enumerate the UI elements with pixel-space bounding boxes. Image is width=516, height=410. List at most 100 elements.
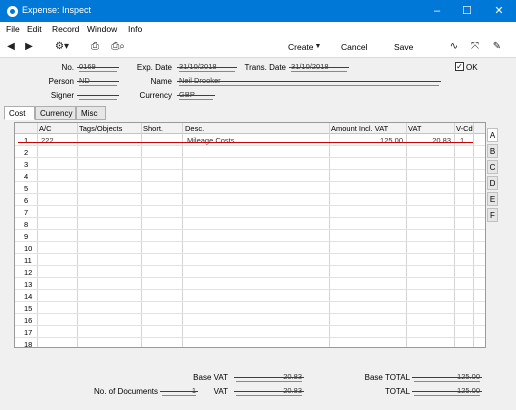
table-row[interactable]: 5 [15,182,485,194]
side-tab-c[interactable]: C [487,160,498,174]
cell-ac[interactable]: 222 [41,136,54,145]
vat-total-label: VAT [213,387,228,396]
tab-currency[interactable]: Currency [35,106,76,120]
menu-file[interactable]: File [6,24,20,34]
side-tab-e[interactable]: E [487,192,498,206]
base-vat-value: 20.83 [234,372,304,382]
currency-field[interactable]: GBP [177,90,215,100]
signer-field[interactable] [77,90,119,100]
table-row[interactable]: 4 [15,170,485,182]
table-row[interactable]: 17 [15,326,485,338]
row-number: 6 [24,196,29,205]
table-row[interactable]: 10 [15,242,485,254]
next-record-icon[interactable]: ▶ [24,40,34,54]
table-row[interactable]: 2 [15,146,485,158]
menu-record[interactable]: Record [52,24,79,34]
row-number: 5 [24,184,29,193]
cell-vat[interactable]: 20.83 [432,136,451,145]
name-label: Name [150,77,172,86]
tab-cost[interactable]: Cost [4,106,35,120]
ok-checkbox[interactable]: ✓ [455,62,464,71]
person-label: Person [48,77,74,86]
trans-date-label: Trans. Date [244,63,287,72]
signer-label: Signer [50,91,74,100]
row-number: 9 [24,232,29,241]
table-row[interactable]: 7 [15,206,485,218]
print-preview-icon[interactable]: ⎙⌕ [110,40,126,54]
table-row[interactable]: 16 [15,314,485,326]
table-row[interactable]: 14 [15,290,485,302]
cancel-button[interactable]: Cancel [341,42,367,52]
table-row[interactable]: 1 222 Mileage Costs 125.00 20.83 1 [15,134,485,146]
total-label: TOTAL [384,387,410,396]
table-row[interactable]: 13 [15,278,485,290]
row-number: 2 [24,148,29,157]
side-tab-a[interactable]: A [487,128,498,142]
activity-graph-icon[interactable]: ∿ [449,40,459,54]
row-number: 11 [24,256,32,265]
row-number: 17 [24,328,33,337]
row-number: 13 [24,280,33,289]
table-row[interactable]: 8 [15,218,485,230]
toolbar: ◀ ▶ ⚙▾ ⎙ ⎙⌕ Create ▼ Cancel Save ∿ ⤧ ✎ [0,37,516,58]
table-row[interactable]: 11 [15,254,485,266]
side-tab-d[interactable]: D [487,176,498,190]
exp-date-label: Exp. Date [136,63,172,72]
cell-vcd[interactable]: 1 [460,136,464,145]
exp-date-field[interactable]: 31/10/2018 [177,62,237,72]
col-short-header: Short. [143,124,164,133]
table-row[interactable]: 3 [15,158,485,170]
menu-info[interactable]: Info [128,24,142,34]
col-ac-header: A/C [39,124,52,133]
save-button[interactable]: Save [394,42,413,52]
tab-misc[interactable]: Misc [76,106,106,120]
table-row[interactable]: 12 [15,266,485,278]
no-label: No. [61,63,74,72]
expand-icon[interactable]: ⤧ [470,40,480,54]
menu-edit[interactable]: Edit [27,24,42,34]
cell-desc[interactable]: Mileage Costs [187,136,235,145]
close-button[interactable]: ✕ [484,0,514,22]
create-dropdown-chevron-icon[interactable]: ▼ [314,40,322,54]
name-field[interactable]: Neil Drooker [177,76,441,86]
col-vat-header: VAT [408,124,422,133]
table-row[interactable]: 9 [15,230,485,242]
print-icon[interactable]: ⎙ [89,40,101,54]
table-row[interactable]: 6 [15,194,485,206]
cell-amount[interactable]: 125.00 [380,136,403,145]
previous-record-icon[interactable]: ◀ [6,40,16,54]
side-tab-f[interactable]: F [487,208,498,222]
no-of-documents-label: No. of Documents [93,387,158,396]
row-number: 8 [24,220,29,229]
maximize-button[interactable]: ☐ [452,0,482,22]
gear-icon[interactable]: ⚙▾ [52,40,72,54]
col-desc-header: Desc. [185,124,205,133]
base-total-label: Base TOTAL [364,373,410,382]
menu-window[interactable]: Window [87,24,117,34]
trans-date-field[interactable]: 31/10/2018 [289,62,349,72]
cost-grid[interactable]: A/C Tags/Objects Short. Desc. Amount Inc… [14,122,486,348]
row-number: 12 [24,268,33,277]
table-row[interactable]: 18 [15,338,485,348]
base-total-value: 125.00 [412,372,482,382]
menu-bar: File Edit Record Window Info [0,22,516,37]
attachment-icon[interactable]: ✎ [492,40,502,54]
row-number: 3 [24,160,29,169]
person-field[interactable]: ND [77,76,119,86]
table-row[interactable]: 15 [15,302,485,314]
no-field[interactable]: 0169 [77,62,119,72]
side-tab-b[interactable]: B [487,144,498,158]
col-tags-header: Tags/Objects [79,124,123,133]
base-vat-label: Base VAT [193,373,228,382]
no-of-documents-value: 1 [160,386,198,396]
row-number: 18 [24,340,33,348]
row-number: 4 [24,172,29,181]
currency-label: Currency [139,91,172,100]
col-amount-header: Amount Incl. VAT [331,124,389,133]
row-number: 16 [24,316,33,325]
grid-header: A/C Tags/Objects Short. Desc. Amount Inc… [15,123,485,134]
create-button[interactable]: Create [288,42,314,52]
vat-total-value: 20.83 [234,386,304,396]
minimize-button[interactable]: – [422,0,452,22]
row-number: 7 [24,208,29,217]
